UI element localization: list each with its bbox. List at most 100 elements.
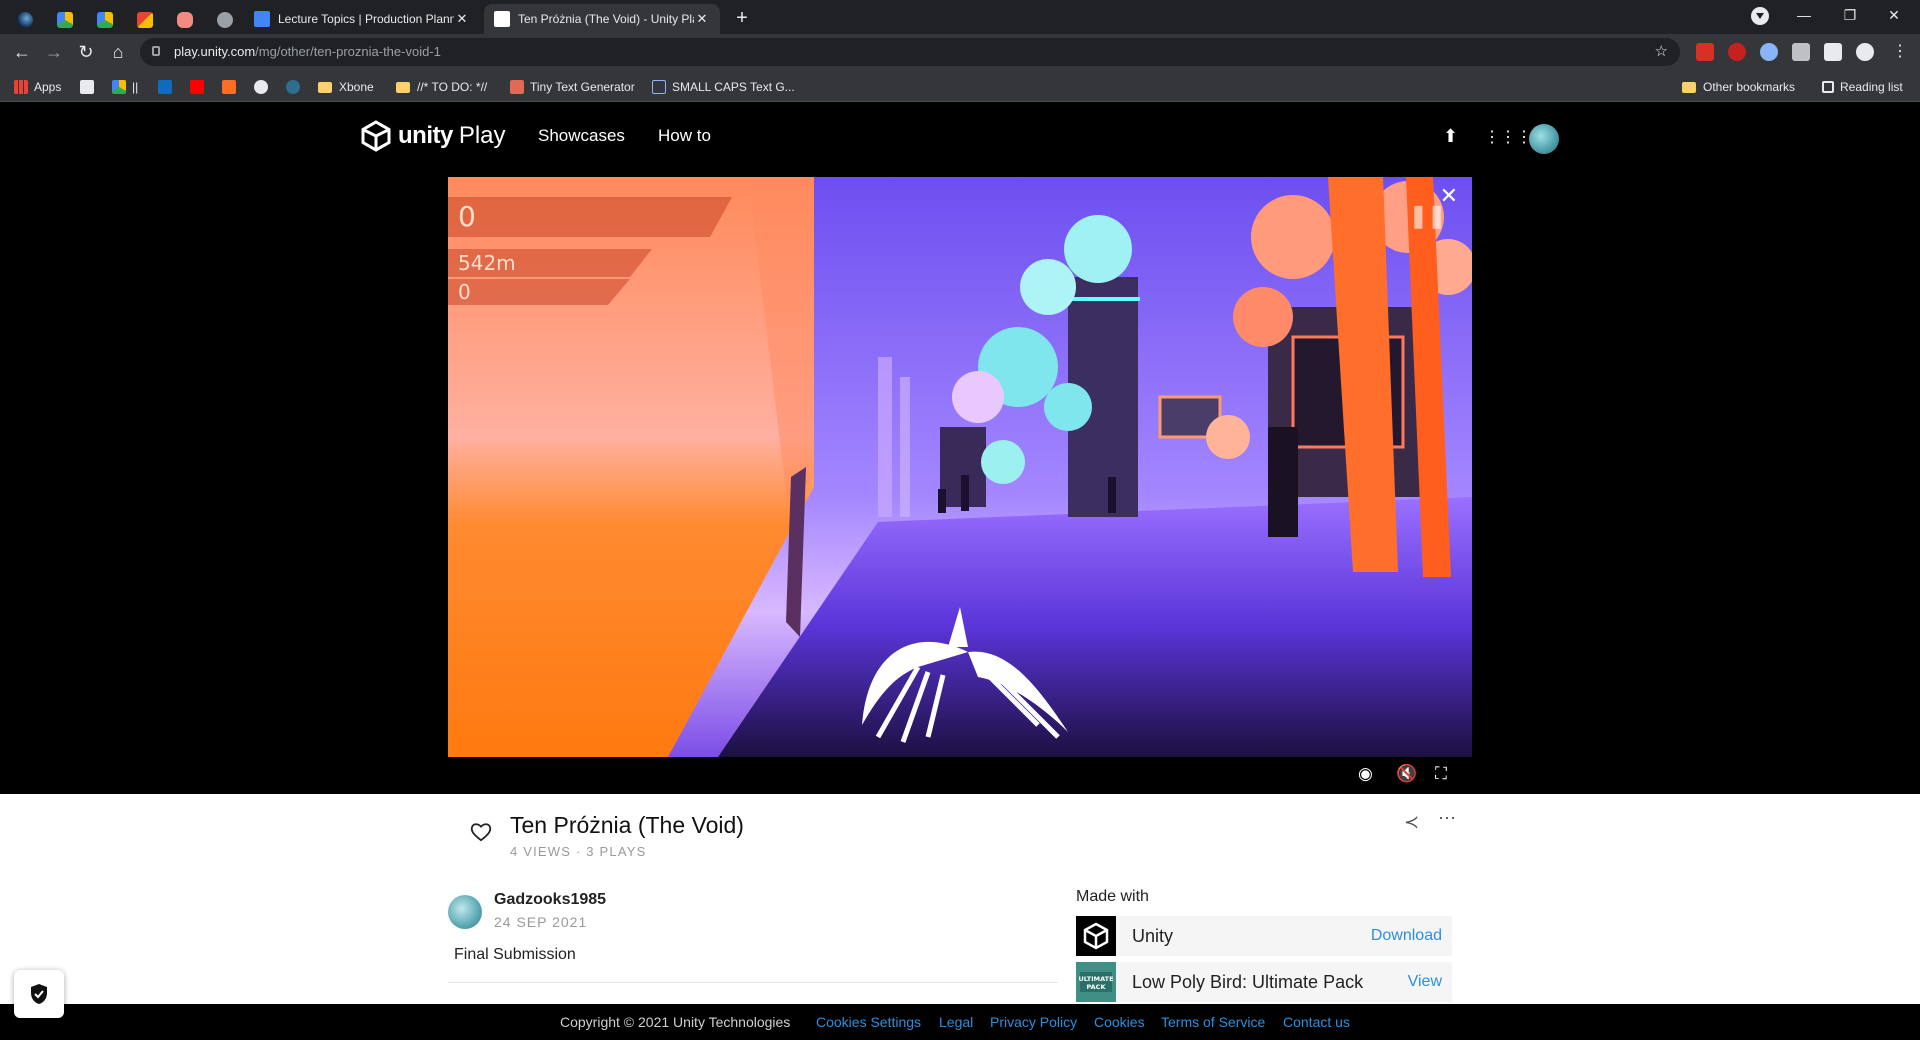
pause-icon[interactable]: ❚❚ bbox=[1409, 203, 1446, 229]
home-icon[interactable]: ⌂ bbox=[104, 40, 132, 64]
bookmarks-bar: Apps || Xbone //* TO DO: *// Tiny Text G… bbox=[0, 70, 1920, 102]
close-tab-icon[interactable]: ✕ bbox=[454, 11, 470, 27]
tab-unity-play[interactable]: Ten Próżnia (The Void) - Unity Pla ✕ bbox=[484, 4, 720, 34]
new-tab-button[interactable]: + bbox=[729, 5, 755, 31]
window-close-button[interactable]: ✕ bbox=[1866, 0, 1920, 30]
unity-play-logo[interactable]: unity Play bbox=[360, 120, 506, 152]
gmail-extension-icon[interactable] bbox=[1696, 43, 1714, 61]
bookmark-label: SMALL CAPS Text G... bbox=[672, 80, 795, 94]
bookmark-item[interactable] bbox=[158, 78, 178, 96]
nav-how-to[interactable]: How to bbox=[658, 126, 711, 146]
bookmark-icon bbox=[80, 80, 94, 94]
bookmark-xbone[interactable]: Xbone bbox=[318, 78, 374, 96]
bookmark-item[interactable] bbox=[222, 78, 242, 96]
tool-name: Unity bbox=[1132, 926, 1174, 946]
bookmark-label: Other bookmarks bbox=[1703, 80, 1796, 94]
puzzle-icon[interactable] bbox=[1824, 43, 1842, 61]
youtube-icon bbox=[190, 80, 204, 94]
pinned-tab[interactable] bbox=[46, 6, 84, 34]
outlook-icon bbox=[158, 80, 172, 94]
upload-icon[interactable]: ⬆ bbox=[1443, 126, 1458, 147]
pack-icon-text: ULTIMATE bbox=[1078, 975, 1113, 983]
tab-search-icon[interactable] bbox=[1751, 7, 1769, 25]
url-text[interactable]: play.unity.com/mg/other/ten-proznia-the-… bbox=[174, 44, 441, 59]
browser-toolbar: ← → ↻ ⌂ play.unity.com/mg/other/ten-proz… bbox=[0, 34, 1920, 70]
bookmark-label: Tiny Text Generator bbox=[530, 80, 635, 94]
mute-icon[interactable]: 🔇 bbox=[1396, 764, 1417, 784]
small-caps-icon bbox=[652, 80, 666, 94]
more-options-icon[interactable]: ⋯ bbox=[1438, 808, 1457, 829]
glasses-extension-icon[interactable] bbox=[1760, 43, 1778, 61]
url-path: /mg/other/ten-proznia-the-void-1 bbox=[255, 44, 441, 59]
globe-icon bbox=[217, 12, 233, 28]
bookmark-small-caps[interactable]: SMALL CAPS Text G... bbox=[652, 78, 795, 96]
lock-icon bbox=[152, 46, 160, 56]
screenshot-icon[interactable]: ◉ bbox=[1358, 764, 1373, 784]
people-extension-icon[interactable] bbox=[1792, 43, 1810, 61]
publish-date: 24 SEP 2021 bbox=[494, 914, 588, 930]
share-icon[interactable]: ≺ bbox=[1404, 812, 1419, 833]
tab-lecture-topics[interactable]: Lecture Topics | Production Planni ✕ bbox=[244, 4, 480, 34]
reload-icon[interactable]: ↻ bbox=[72, 40, 100, 64]
bookmark-apps[interactable]: Apps bbox=[14, 78, 61, 96]
folder-icon bbox=[1682, 81, 1696, 93]
privacy-shield-button[interactable] bbox=[14, 970, 64, 1018]
bookmark-tiny-text[interactable]: Tiny Text Generator bbox=[510, 78, 635, 96]
author-name[interactable]: Gadzooks1985 bbox=[494, 891, 606, 909]
folder-icon bbox=[396, 81, 410, 93]
forward-icon[interactable]: → bbox=[40, 40, 68, 64]
footer-link-privacy-policy[interactable]: Privacy Policy bbox=[990, 1014, 1077, 1030]
address-bar[interactable]: play.unity.com/mg/other/ten-proznia-the-… bbox=[140, 38, 1680, 66]
ultimate-pack-icon: ULTIMATE PACK bbox=[1076, 962, 1116, 1002]
tiny-text-icon bbox=[510, 80, 524, 94]
download-link[interactable]: Download bbox=[1371, 927, 1442, 945]
game-canvas[interactable]: 0 542m 0 ✕ ❚❚ bbox=[448, 177, 1472, 757]
tool-name: Low Poly Bird: Ultimate Pack bbox=[1132, 972, 1364, 992]
brand-text: unity bbox=[398, 122, 453, 149]
bookmark-star-icon[interactable]: ☆ bbox=[1655, 42, 1668, 60]
reading-list-icon bbox=[1822, 81, 1834, 93]
footer-link-cookies[interactable]: Cookies bbox=[1094, 1014, 1145, 1030]
notification-extension-icon[interactable] bbox=[1728, 43, 1746, 61]
bookmark-item[interactable] bbox=[80, 78, 100, 96]
back-icon[interactable]: ← bbox=[8, 40, 36, 64]
pinned-tab[interactable] bbox=[86, 6, 124, 34]
heart-icon[interactable] bbox=[470, 822, 492, 842]
bookmark-item[interactable] bbox=[286, 78, 306, 96]
tab-strip: Lecture Topics | Production Planni ✕ Ten… bbox=[0, 0, 1920, 34]
pinned-tab[interactable] bbox=[166, 6, 204, 34]
menu-icon[interactable]: ⋮ bbox=[1886, 40, 1914, 64]
apps-grid-icon[interactable]: ⋮⋮⋮ bbox=[1484, 127, 1532, 147]
pack-icon-text: PACK bbox=[1086, 983, 1106, 991]
reading-list[interactable]: Reading list bbox=[1822, 78, 1903, 96]
apps-grid-icon bbox=[14, 80, 28, 94]
folder-icon bbox=[318, 81, 332, 93]
footer-link-terms[interactable]: Terms of Service bbox=[1161, 1014, 1265, 1030]
footer-link-cookies-settings[interactable]: Cookies Settings bbox=[816, 1014, 921, 1030]
drive-icon bbox=[97, 12, 113, 28]
bookmark-label: Apps bbox=[34, 80, 62, 94]
footer-link-contact[interactable]: Contact us bbox=[1283, 1014, 1350, 1030]
profile-avatar[interactable] bbox=[1856, 43, 1874, 61]
site-header: unity Play Showcases How to ⬆ ⋮⋮⋮ bbox=[0, 102, 1920, 170]
other-bookmarks[interactable]: Other bookmarks bbox=[1682, 78, 1795, 96]
pinned-tab[interactable] bbox=[126, 6, 164, 34]
nav-showcases[interactable]: Showcases bbox=[538, 126, 625, 146]
footer-link-legal[interactable]: Legal bbox=[939, 1014, 973, 1030]
edge-icon bbox=[17, 12, 33, 28]
close-tab-icon[interactable]: ✕ bbox=[694, 11, 710, 27]
pinned-tab[interactable] bbox=[6, 6, 44, 34]
bookmark-item[interactable]: || bbox=[112, 78, 138, 96]
bookmark-item[interactable] bbox=[254, 78, 274, 96]
author-avatar[interactable] bbox=[448, 895, 482, 929]
bookmark-todo[interactable]: //* TO DO: *// bbox=[396, 78, 487, 96]
game-stage: 0 542m 0 ✕ ❚❚ ◉ 🔇 ⛶ bbox=[0, 170, 1920, 794]
game-description: Final Submission bbox=[454, 946, 576, 963]
bookmark-item[interactable] bbox=[190, 78, 210, 96]
fullscreen-icon[interactable]: ⛶ bbox=[1435, 764, 1447, 784]
pinned-tab[interactable] bbox=[206, 6, 244, 34]
user-avatar[interactable] bbox=[1529, 124, 1559, 154]
view-link[interactable]: View bbox=[1408, 973, 1442, 991]
unity-icon bbox=[1076, 916, 1116, 956]
made-with-label: Made with bbox=[1076, 888, 1149, 905]
